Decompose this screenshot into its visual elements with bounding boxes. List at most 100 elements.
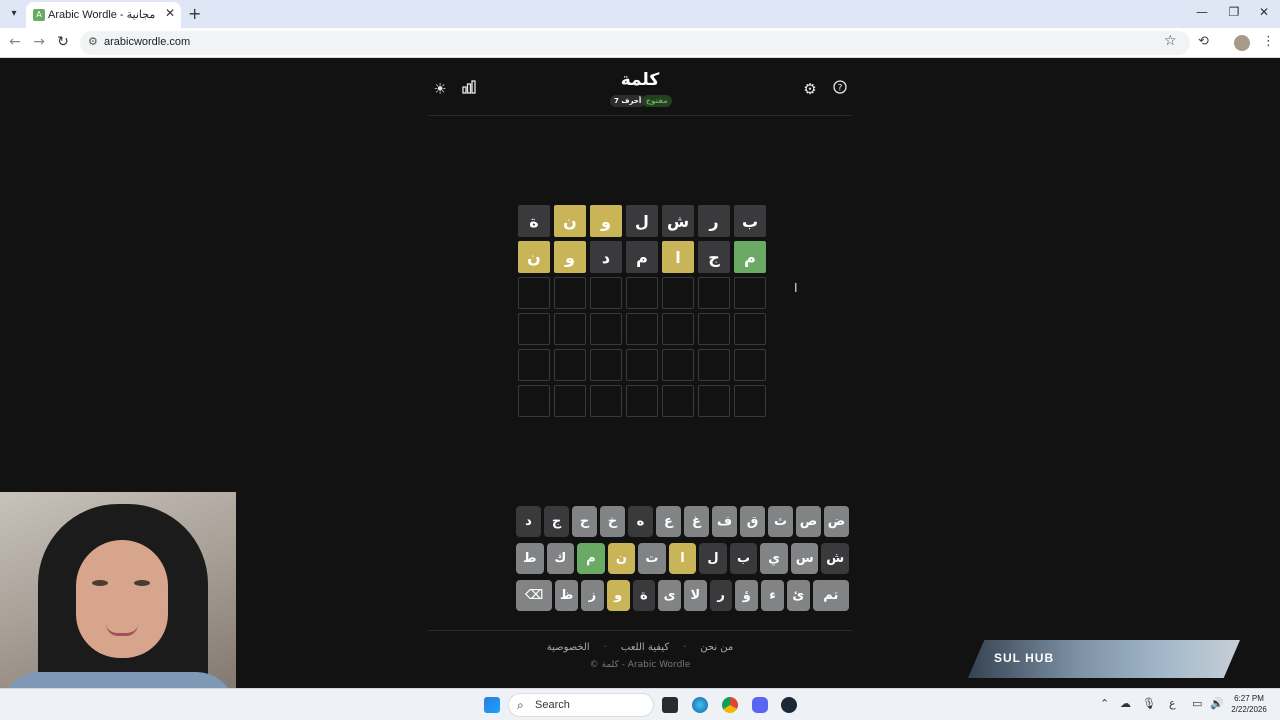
- windows-start-icon[interactable]: [484, 697, 500, 713]
- keyboard-row: ضصثقفغعهخحجد: [516, 506, 849, 537]
- tab-title: Arabic Wordle - عربية مجانية: [48, 9, 158, 21]
- key[interactable]: ء: [761, 580, 784, 611]
- cloud-off-icon[interactable]: ☁: [1120, 697, 1131, 710]
- key[interactable]: ة: [632, 580, 656, 611]
- board-tile: [518, 313, 550, 345]
- key[interactable]: ث: [768, 506, 793, 537]
- key[interactable]: ئ: [786, 580, 810, 611]
- key[interactable]: و: [606, 580, 630, 611]
- browser-tab[interactable]: A Arabic Wordle - عربية مجانية ✕: [26, 2, 181, 28]
- microphone-icon[interactable]: 🎙: [1142, 697, 1156, 710]
- board-tile: [626, 349, 658, 381]
- board-tile: و: [554, 241, 586, 273]
- key[interactable]: ج: [544, 506, 569, 537]
- board-tile: [554, 349, 586, 381]
- key[interactable]: د: [516, 506, 541, 537]
- browser-tab-bar: ▾ A Arabic Wordle - عربية مجانية ✕ + — ❐…: [0, 0, 1280, 28]
- key[interactable]: ك: [546, 543, 575, 574]
- board-tile: [518, 385, 550, 417]
- key[interactable]: ى: [658, 580, 681, 611]
- discord-icon[interactable]: [752, 697, 768, 713]
- history-icon[interactable]: ⟲: [1198, 34, 1209, 49]
- board-tile: ا: [662, 241, 694, 273]
- webcam-overlay: [0, 492, 236, 720]
- key[interactable]: ش: [821, 543, 849, 574]
- star-icon[interactable]: ☆: [1164, 33, 1177, 49]
- key[interactable]: ف: [712, 506, 737, 537]
- eye: [92, 580, 108, 586]
- key[interactable]: ر: [709, 580, 733, 611]
- board-row: مجامدون: [516, 241, 766, 273]
- footer: من نحن · كيفية اللعب · الخصوصية © كلمة -…: [428, 630, 852, 675]
- key[interactable]: س: [790, 543, 819, 574]
- system-clock[interactable]: 6:27 PM 2/22/2026: [1226, 693, 1272, 715]
- key[interactable]: ب: [729, 543, 758, 574]
- key[interactable]: ض: [824, 506, 849, 537]
- key[interactable]: ظ: [555, 580, 579, 611]
- key[interactable]: ا: [668, 543, 697, 574]
- eye: [134, 580, 150, 586]
- key[interactable]: ؤ: [735, 580, 759, 611]
- key[interactable]: خ: [600, 506, 625, 537]
- smile: [106, 624, 138, 636]
- back-icon[interactable]: ←: [6, 34, 24, 50]
- footer-links: من نحن · كيفية اللعب · الخصوصية: [428, 642, 852, 653]
- taskbar-search[interactable]: ⌕ Search: [508, 693, 654, 717]
- key[interactable]: ح: [572, 506, 597, 537]
- key[interactable]: ع: [656, 506, 681, 537]
- privacy-link[interactable]: الخصوصية: [547, 642, 590, 653]
- profile-icon[interactable]: [1234, 35, 1250, 51]
- close-icon[interactable]: ✕: [165, 6, 175, 20]
- backspace-icon[interactable]: ⌫: [515, 580, 553, 611]
- svg-text:?: ?: [838, 84, 843, 94]
- board-tile: [518, 349, 550, 381]
- minimize-icon[interactable]: —: [1192, 5, 1212, 19]
- new-tab-icon[interactable]: +: [188, 4, 201, 23]
- board-tile: [698, 277, 730, 309]
- tray-chevron-icon[interactable]: ⌃: [1100, 697, 1109, 710]
- chrome-icon[interactable]: [722, 697, 738, 713]
- url-text: arabicwordle.com: [104, 36, 191, 48]
- key[interactable]: ت: [638, 543, 666, 574]
- restore-icon[interactable]: ❐: [1224, 5, 1244, 19]
- enter-key[interactable]: تم: [812, 580, 849, 611]
- board-tile: [662, 385, 694, 417]
- key[interactable]: م: [577, 543, 605, 574]
- site-info-icon[interactable]: ⚙: [88, 35, 98, 48]
- board-tile: م: [626, 241, 658, 273]
- reload-icon[interactable]: ↻: [54, 34, 72, 50]
- stats-icon[interactable]: [460, 80, 478, 98]
- board-tile: [734, 277, 766, 309]
- network-icon[interactable]: ▭: [1192, 697, 1202, 710]
- volume-icon[interactable]: 🔊: [1210, 697, 1224, 710]
- search-icon: ⌕: [517, 698, 524, 712]
- key[interactable]: غ: [684, 506, 709, 537]
- menu-icon[interactable]: ⋮: [1262, 34, 1275, 49]
- how-to-play-link[interactable]: كيفية اللعب: [621, 642, 669, 653]
- board-row: برشلونة: [516, 205, 766, 237]
- key[interactable]: ه: [628, 506, 653, 537]
- settings-icon[interactable]: ⚙: [801, 80, 819, 98]
- about-link[interactable]: من نحن: [700, 642, 733, 653]
- theme-toggle-icon[interactable]: ☀: [431, 80, 449, 98]
- steam-icon[interactable]: [781, 697, 797, 713]
- key[interactable]: ز: [581, 580, 604, 611]
- key[interactable]: ن: [607, 543, 636, 574]
- keyboard-row: شسيبلاتنمكط: [515, 543, 849, 574]
- window-close-icon[interactable]: ✕: [1254, 5, 1274, 19]
- edge-icon[interactable]: [692, 697, 708, 713]
- board-tile: [518, 277, 550, 309]
- key[interactable]: ق: [740, 506, 765, 537]
- key[interactable]: ص: [796, 506, 821, 537]
- help-icon[interactable]: ?: [831, 80, 849, 98]
- key[interactable]: ل: [699, 543, 727, 574]
- tab-search-icon[interactable]: ▾: [6, 6, 22, 22]
- search-label: Search: [535, 699, 570, 711]
- key[interactable]: لا: [683, 580, 707, 611]
- url-field[interactable]: ⚙ arabicwordle.com: [80, 31, 1190, 55]
- file-explorer-icon[interactable]: [662, 697, 678, 713]
- input-language[interactable]: ع: [1169, 697, 1176, 710]
- key[interactable]: ي: [760, 543, 788, 574]
- forward-icon[interactable]: →: [30, 34, 48, 50]
- key[interactable]: ط: [515, 543, 544, 574]
